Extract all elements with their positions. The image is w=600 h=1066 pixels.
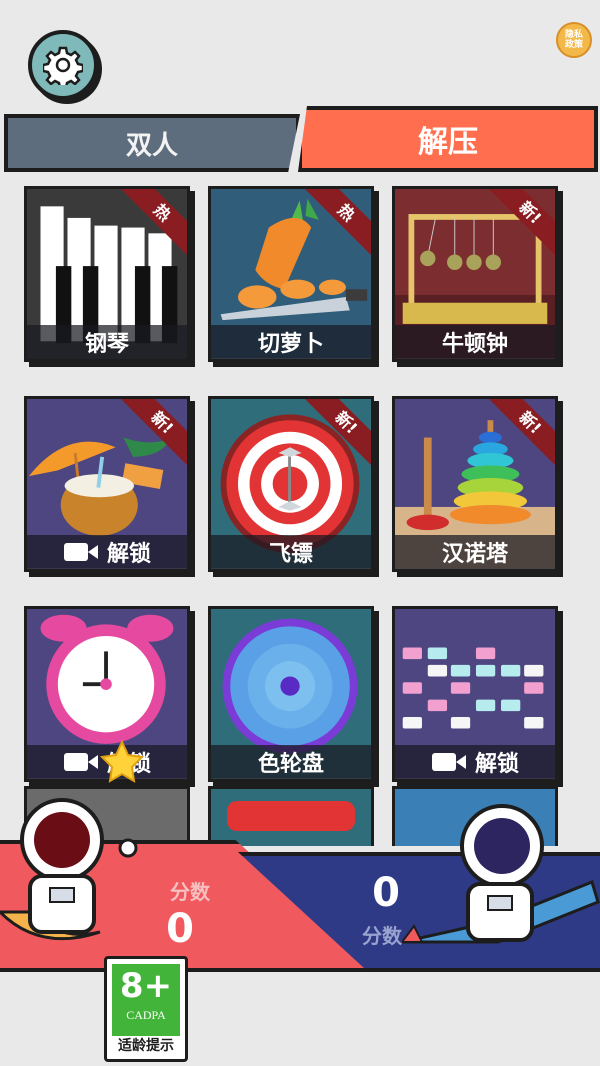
- settings-button[interactable]: [28, 30, 98, 100]
- privacy-badge-line-1: 隐私: [564, 30, 583, 40]
- video-camera-icon: [63, 543, 98, 561]
- game-label-bar: 色轮盘: [211, 745, 371, 779]
- game-label-hanoi: 汉诺塔: [441, 542, 508, 567]
- game-card-newton-cradle[interactable]: 新! 牛顿钟: [392, 186, 558, 362]
- game-label-carrot: 切萝卜: [257, 332, 324, 357]
- game-card-piano[interactable]: 热 钢琴: [24, 186, 190, 362]
- age-rating-caption: 适龄提示: [118, 1038, 174, 1054]
- age-rating-value: 8+: [119, 966, 173, 1006]
- astronaut-right-icon: [402, 804, 600, 944]
- age-rating-badge: 8+ CADPA 适龄提示: [104, 956, 188, 1062]
- game-label-newton: 牛顿钟: [441, 332, 508, 357]
- star-icon: [100, 740, 144, 783]
- game-card-color-wheel[interactable]: 色轮盘: [208, 606, 374, 782]
- score-panel: 分数 0 0 分数: [0, 740, 600, 982]
- game-label-bar: 钢琴: [27, 325, 187, 359]
- game-label-bar: 牛顿钟: [395, 325, 555, 359]
- game-label-bar: 解锁: [395, 745, 555, 779]
- game-label-darts: 飞镖: [268, 542, 313, 567]
- game-label-color-wheel: 色轮盘: [257, 752, 324, 777]
- video-camera-icon: [431, 753, 466, 771]
- tab-relax[interactable]: 解压: [298, 106, 598, 172]
- privacy-badge-line-2: 政策: [564, 40, 583, 50]
- tab-relax-label: 解压: [418, 125, 478, 160]
- game-card-hanoi[interactable]: 新! 汉诺塔: [392, 396, 558, 572]
- game-label-unlock: 解锁: [106, 542, 151, 567]
- tab-two-player-label: 双人: [125, 130, 178, 161]
- astronaut-left-icon: [0, 798, 138, 941]
- game-label-bar: 解锁: [27, 535, 187, 569]
- game-card-darts[interactable]: 新! 飞镖: [208, 396, 374, 572]
- privacy-policy-button[interactable]: 隐私 政策: [556, 22, 592, 58]
- game-label-bar: 汉诺塔: [395, 535, 555, 569]
- age-rating-org: CADPA: [126, 1008, 166, 1022]
- game-label-piano: 钢琴: [84, 332, 129, 357]
- gear-icon: [43, 46, 83, 85]
- game-card-blocks[interactable]: 解锁: [392, 606, 558, 782]
- game-label-unlock: 解锁: [474, 752, 519, 777]
- game-card-carrot[interactable]: 热 切萝卜: [208, 186, 374, 362]
- game-grid: 热 钢琴 热 切萝卜 新! 牛顿钟 新! 解锁 新! 飞镖 新! 汉诺塔 色轮盘…: [24, 186, 564, 782]
- video-camera-icon: [63, 753, 98, 771]
- player-one-score-value: 0: [166, 906, 194, 952]
- game-label-bar: 飞镖: [211, 535, 371, 569]
- game-label-bar: 切萝卜: [211, 325, 371, 359]
- tab-two-player[interactable]: 双人: [4, 114, 300, 172]
- player-one-score-label: 分数: [170, 880, 210, 904]
- game-card-coconut[interactable]: 新! 解锁: [24, 396, 190, 572]
- age-rating-green-box: 8+ CADPA: [112, 964, 180, 1036]
